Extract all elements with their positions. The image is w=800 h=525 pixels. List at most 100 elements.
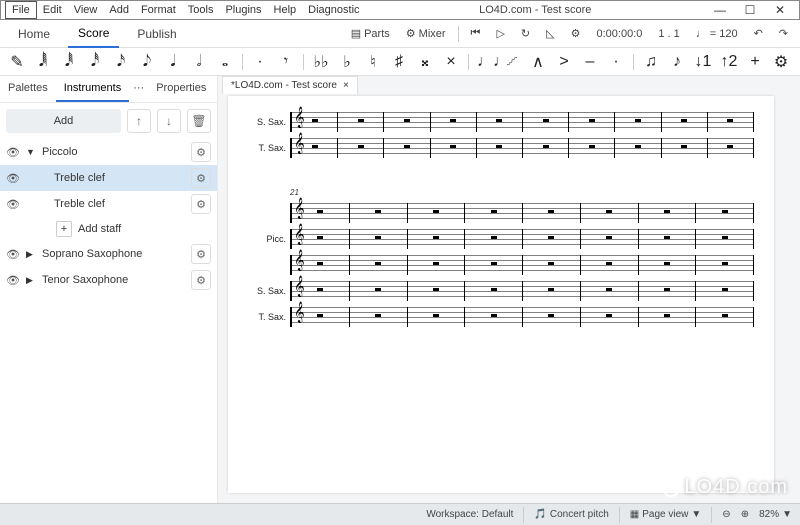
sidebar-tab-palettes[interactable]: Palettes bbox=[0, 76, 56, 102]
plus-icon[interactable]: + bbox=[56, 221, 72, 237]
double-sharp-button[interactable]: 𝄪 bbox=[416, 53, 434, 71]
note-dur-8[interactable]: 𝅘𝅥𝅯 bbox=[112, 53, 130, 71]
close-tab-icon[interactable]: × bbox=[343, 80, 349, 91]
maximize-button[interactable]: ☐ bbox=[735, 3, 765, 17]
flat-button[interactable]: ♭ bbox=[338, 52, 356, 72]
staff[interactable]: 𝄞 bbox=[290, 281, 754, 301]
gear-icon[interactable]: ⚙ bbox=[191, 168, 211, 188]
tab-home[interactable]: Home bbox=[8, 21, 60, 47]
settings-button[interactable]: ⚙ bbox=[567, 25, 585, 42]
tab-publish[interactable]: Publish bbox=[127, 21, 186, 47]
sidebar-tab-properties[interactable]: Properties bbox=[148, 76, 214, 102]
sidebar-tab-overflow[interactable]: ··· bbox=[129, 76, 148, 102]
marcato-button[interactable]: ∧ bbox=[529, 52, 547, 72]
zoom-in-button[interactable]: ⊕ bbox=[741, 509, 749, 520]
workspace-selector[interactable]: Workspace: Default bbox=[426, 509, 513, 520]
tree-row-treble-1[interactable]: 👁 Treble clef ⚙ bbox=[0, 165, 217, 191]
zoom-out-button[interactable]: ⊖ bbox=[722, 509, 730, 520]
flip-button[interactable]: ♪ bbox=[668, 53, 686, 71]
remove-accidental-button[interactable]: × bbox=[442, 53, 460, 71]
metronome-button[interactable]: ◺ bbox=[542, 25, 558, 42]
expand-toggle[interactable]: ▼ bbox=[26, 147, 36, 157]
note-dur-64[interactable]: 𝅘𝅥𝅲 bbox=[34, 53, 52, 71]
score-page[interactable]: S. Sax. 𝄞 T. Sax. 𝄞 21 𝄞 Picc.𝄞 𝄞 S. Sax… bbox=[228, 96, 774, 493]
undo-button[interactable]: ↶ bbox=[750, 25, 767, 42]
zoom-value: 82% bbox=[759, 509, 779, 520]
menu-add[interactable]: Add bbox=[103, 2, 135, 18]
menu-view[interactable]: View bbox=[68, 2, 104, 18]
loop-button[interactable]: ↻ bbox=[517, 25, 534, 42]
tab-score[interactable]: Score bbox=[68, 20, 119, 48]
menu-edit[interactable]: Edit bbox=[37, 2, 68, 18]
staff[interactable]: 𝄞 bbox=[290, 307, 754, 327]
tuplet-button[interactable]: ♫ bbox=[642, 53, 660, 71]
move-up-button[interactable]: ↑ bbox=[127, 109, 151, 133]
note-dur-half[interactable]: 𝅘𝅥 bbox=[164, 53, 182, 71]
note-dur-whole[interactable]: 𝅗𝅥 bbox=[190, 53, 208, 71]
note-dur-breve[interactable]: 𝅝 bbox=[216, 53, 234, 71]
note-dur-16[interactable]: 𝅘𝅥𝅰 bbox=[86, 53, 104, 71]
menu-diagnostic[interactable]: Diagnostic bbox=[302, 2, 365, 18]
toolbar-settings-button[interactable]: ⚙ bbox=[772, 52, 790, 72]
dot-button[interactable]: · bbox=[251, 53, 269, 71]
move-down-button[interactable]: ↓ bbox=[157, 109, 181, 133]
expand-toggle[interactable]: ▶ bbox=[26, 249, 36, 260]
staccato-button[interactable]: · bbox=[607, 53, 625, 71]
menu-help[interactable]: Help bbox=[268, 2, 303, 18]
staff[interactable]: 𝄞 bbox=[290, 203, 754, 223]
sidebar-tab-instruments[interactable]: Instruments bbox=[56, 76, 129, 102]
note-dur-quarter[interactable]: 𝅘𝅥𝅮 bbox=[138, 53, 156, 71]
staff[interactable]: 𝄞 bbox=[290, 255, 754, 275]
menu-format[interactable]: Format bbox=[135, 2, 182, 18]
staff-label: Picc. bbox=[248, 234, 290, 244]
menu-plugins[interactable]: Plugins bbox=[219, 2, 267, 18]
slur-button[interactable]: 𝆱 bbox=[503, 53, 521, 71]
mixer-button[interactable]: ⚙ Mixer bbox=[402, 25, 450, 42]
play-button[interactable]: ▷ bbox=[492, 25, 508, 42]
tree-row-soprano-sax[interactable]: 👁 ▶ Soprano Saxophone ⚙ bbox=[0, 241, 217, 267]
eye-icon[interactable]: 👁 bbox=[6, 274, 20, 287]
parts-button[interactable]: ▤ Parts bbox=[347, 25, 394, 42]
gear-icon[interactable]: ⚙ bbox=[191, 194, 211, 214]
expand-toggle[interactable]: ▶ bbox=[26, 275, 36, 286]
close-button[interactable]: ✕ bbox=[765, 3, 795, 17]
add-staff-row[interactable]: + Add staff bbox=[0, 217, 217, 241]
menu-tools[interactable]: Tools bbox=[182, 2, 220, 18]
voice2-button[interactable]: ↑2 bbox=[720, 53, 738, 71]
eye-icon[interactable]: 👁 bbox=[6, 172, 20, 185]
double-flat-button[interactable]: ♭♭ bbox=[312, 52, 330, 72]
menu-file[interactable]: File bbox=[5, 1, 37, 19]
staff[interactable]: 𝄞 bbox=[290, 112, 754, 132]
eye-icon[interactable]: 👁 bbox=[6, 198, 20, 211]
tree-row-tenor-sax[interactable]: 👁 ▶ Tenor Saxophone ⚙ bbox=[0, 267, 217, 293]
zoom-level[interactable]: 82% ▼ bbox=[759, 509, 792, 520]
delete-button[interactable]: 🗑 bbox=[187, 109, 211, 133]
tempo-display[interactable]: ♩ = 120 bbox=[692, 26, 742, 42]
note-dur-32[interactable]: 𝅘𝅥𝅱 bbox=[60, 53, 78, 71]
staff[interactable]: 𝄞 bbox=[290, 138, 754, 158]
sharp-button[interactable]: ♯ bbox=[390, 53, 408, 71]
add-instrument-button[interactable]: Add bbox=[6, 109, 121, 133]
note-input-pencil[interactable]: ✎ bbox=[8, 52, 26, 72]
tree-row-piccolo[interactable]: 👁 ▼ Piccolo ⚙ bbox=[0, 139, 217, 165]
gear-icon[interactable]: ⚙ bbox=[191, 142, 211, 162]
natural-button[interactable]: ♮ bbox=[364, 52, 382, 72]
rewind-button[interactable]: ⏮ bbox=[467, 25, 485, 42]
gear-icon[interactable]: ⚙ bbox=[191, 270, 211, 290]
tie-button[interactable]: ♩♩ bbox=[477, 53, 495, 71]
rest-button[interactable]: 𝄾 bbox=[277, 53, 295, 71]
staff[interactable]: 𝄞 bbox=[290, 229, 754, 249]
voice1-button[interactable]: ↓1 bbox=[694, 53, 712, 71]
document-tab[interactable]: *LO4D.com - Test score × bbox=[222, 76, 358, 94]
concert-pitch-toggle[interactable]: 🎵 Concert pitch bbox=[534, 509, 608, 520]
gear-icon[interactable]: ⚙ bbox=[191, 244, 211, 264]
redo-button[interactable]: ↷ bbox=[775, 25, 792, 42]
eye-icon[interactable]: 👁 bbox=[6, 146, 20, 159]
minimize-button[interactable]: — bbox=[705, 3, 735, 17]
page-view-selector[interactable]: ▦ Page view ▼ bbox=[630, 509, 702, 520]
tenuto-button[interactable]: – bbox=[581, 53, 599, 71]
accent-button[interactable]: > bbox=[555, 53, 573, 71]
eye-icon[interactable]: 👁 bbox=[6, 248, 20, 261]
tree-row-treble-2[interactable]: 👁 Treble clef ⚙ bbox=[0, 191, 217, 217]
add-button[interactable]: + bbox=[746, 53, 764, 71]
